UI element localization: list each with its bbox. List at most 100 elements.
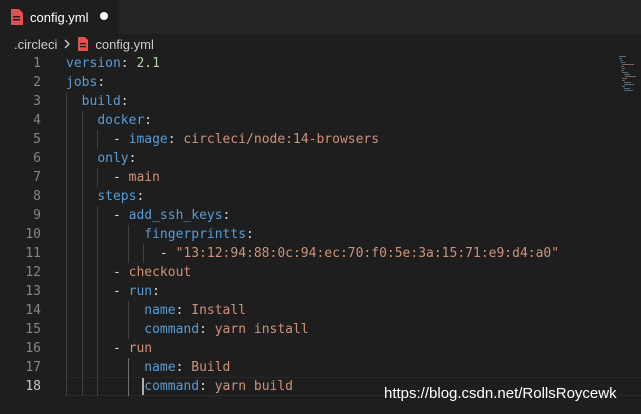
line-number-gutter: 1 2 3 4 5 6 7 8 9 10 11 12 13 14 15 16 17 18 <box>0 54 50 396</box>
code-punctuation: : <box>222 208 231 223</box>
code-line[interactable]: command: yarn install <box>66 320 611 339</box>
code-punctuation <box>66 189 97 204</box>
yaml-key: image <box>128 132 168 147</box>
code-line[interactable]: version: 2.1 <box>66 54 611 73</box>
code-punctuation <box>66 151 97 166</box>
line-number: 5 <box>33 132 41 147</box>
code-line[interactable]: - run: <box>66 282 611 301</box>
code-editor[interactable]: version: 2.1 jobs: build: docker: - image… <box>66 54 611 396</box>
yaml-value: yarn install <box>214 322 309 337</box>
minimap[interactable] <box>615 54 637 114</box>
line-number: 9 <box>33 208 41 223</box>
code-line[interactable]: - checkout <box>66 263 611 282</box>
code-punctuation: : <box>199 322 215 337</box>
code-punctuation: : <box>97 75 106 90</box>
line-number: 3 <box>33 94 41 109</box>
yaml-key: version <box>66 56 121 71</box>
code-punctuation <box>66 227 144 242</box>
code-punctuation: : <box>136 189 145 204</box>
code-punctuation: - <box>66 341 129 356</box>
yaml-value: 2.1 <box>136 56 160 71</box>
code-punctuation <box>66 322 144 337</box>
line-number: 4 <box>33 113 41 128</box>
code-line[interactable]: build: <box>66 92 611 111</box>
breadcrumb: .circleci config.yml <box>0 34 641 54</box>
code-punctuation: - <box>66 208 129 223</box>
code-line[interactable]: docker: <box>66 111 611 130</box>
code-punctuation: - <box>66 265 129 280</box>
tab-config-yml[interactable]: config.yml <box>0 0 119 34</box>
code-punctuation <box>66 94 82 109</box>
code-line[interactable]: - image: circleci/node:14-browsers <box>66 130 611 149</box>
code-punctuation: - <box>66 132 129 147</box>
yaml-key: steps <box>97 189 137 204</box>
yaml-value: yarn build <box>214 379 294 394</box>
line-number: 12 <box>25 265 41 280</box>
yaml-key: fingerprintts <box>144 227 247 242</box>
code-line[interactable]: - add_ssh_keys: <box>66 206 611 225</box>
line-number: 1 <box>33 56 41 71</box>
code-punctuation: : <box>120 94 129 109</box>
tab-bar: config.yml <box>0 0 641 34</box>
breadcrumb-file[interactable]: config.yml <box>95 37 154 52</box>
yaml-key: docker <box>97 113 145 128</box>
line-number: 7 <box>33 170 41 185</box>
code-line[interactable]: jobs: <box>66 73 611 92</box>
code-punctuation: - <box>66 284 129 299</box>
line-number: 8 <box>33 189 41 204</box>
code-punctuation <box>66 360 144 375</box>
line-number: 16 <box>25 341 41 356</box>
line-number: 10 <box>25 227 41 242</box>
line-number: 14 <box>25 303 41 318</box>
line-number: 2 <box>33 75 41 90</box>
yaml-key: command <box>144 379 200 394</box>
yaml-key: only <box>97 151 129 166</box>
yaml-file-icon <box>78 37 89 51</box>
code-line[interactable]: - "13:12:94:88:0c:94:ec:70:f0:5e:3a:15:7… <box>66 244 611 263</box>
line-number: 15 <box>25 322 41 337</box>
code-punctuation: - <box>66 170 129 185</box>
breadcrumb-folder[interactable]: .circleci <box>14 37 57 52</box>
code-punctuation <box>66 303 144 318</box>
code-line[interactable]: only: <box>66 149 611 168</box>
code-line[interactable]: name: Build <box>66 358 611 377</box>
code-punctuation: : <box>128 151 137 166</box>
line-number: 18 <box>25 379 41 394</box>
line-number: 6 <box>33 151 41 166</box>
yaml-key: run <box>128 284 153 299</box>
code-punctuation: : <box>144 113 153 128</box>
yaml-key: add_ssh_keys <box>128 208 223 223</box>
unsaved-dot-icon[interactable] <box>100 12 108 20</box>
yaml-key: name <box>144 360 176 375</box>
yaml-value: run <box>128 341 153 356</box>
yaml-value: Build <box>191 360 231 375</box>
code-punctuation: : <box>246 227 254 242</box>
code-punctuation: - <box>66 246 176 261</box>
code-punctuation: : <box>120 56 137 71</box>
code-line[interactable]: - main <box>66 168 611 187</box>
yaml-value: circleci/node:14-browsers <box>183 132 380 147</box>
line-number: 11 <box>25 246 41 261</box>
code-punctuation: : <box>199 379 215 394</box>
line-number: 17 <box>25 360 41 375</box>
text-cursor <box>142 378 144 395</box>
code-line[interactable]: name: Install <box>66 301 611 320</box>
code-line[interactable]: - run <box>66 339 611 358</box>
code-line[interactable]: steps: <box>66 187 611 206</box>
code-punctuation: : <box>175 360 192 375</box>
code-punctuation: : <box>175 303 192 318</box>
chevron-right-icon <box>64 39 71 49</box>
yaml-key: jobs <box>66 75 98 90</box>
code-punctuation: : <box>152 284 160 299</box>
code-line[interactable]: fingerprintts: <box>66 225 611 244</box>
code-punctuation <box>66 379 144 394</box>
watermark: https://blog.csdn.net/RollsRoycewk <box>384 385 617 402</box>
yaml-value: main <box>128 170 160 185</box>
yaml-key: command <box>144 322 200 337</box>
yaml-file-icon <box>11 9 23 25</box>
yaml-key: build <box>81 94 121 109</box>
code-punctuation <box>66 113 97 128</box>
yaml-value: "13:12:94:88:0c:94:ec:70:f0:5e:3a:15:71:… <box>175 246 560 261</box>
line-number: 13 <box>25 284 41 299</box>
code-punctuation: : <box>167 132 184 147</box>
